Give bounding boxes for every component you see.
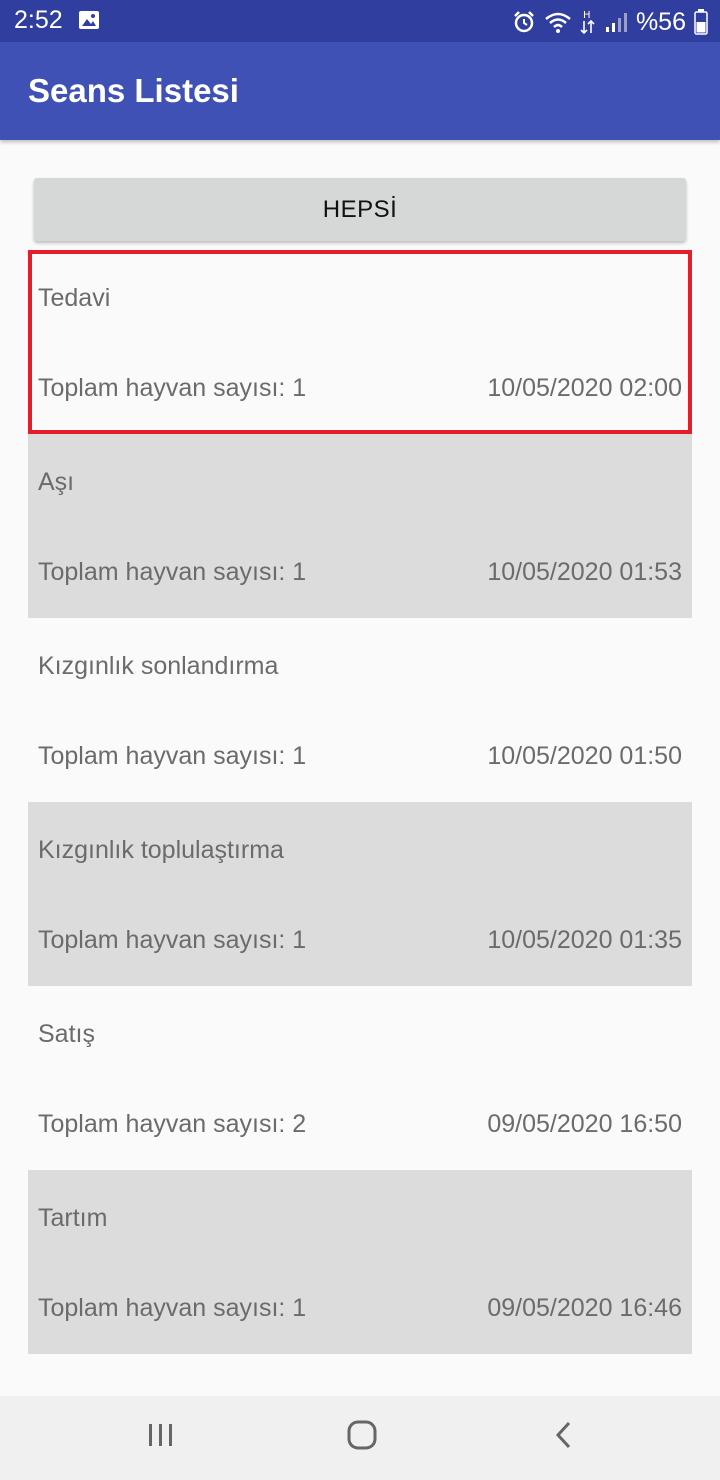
session-animal-count: Toplam hayvan sayısı: 1 — [38, 558, 307, 586]
status-time: 2:52 — [14, 6, 63, 34]
session-name: Satış — [38, 1020, 95, 1048]
session-name: Tedavi — [38, 284, 111, 312]
session-list: Tedavi Toplam hayvan sayısı: 1 10/05/202… — [28, 250, 692, 1354]
session-item[interactable]: Tartım Toplam hayvan sayısı: 1 09/05/202… — [28, 1170, 692, 1354]
battery-icon — [694, 9, 708, 35]
page-title: Seans Listesi — [28, 72, 239, 109]
session-item[interactable]: Satış Toplam hayvan sayısı: 2 09/05/2020… — [28, 986, 692, 1170]
session-date: 09/05/2020 16:50 — [487, 1110, 682, 1138]
wifi-icon — [544, 10, 572, 34]
session-date: 10/05/2020 02:00 — [487, 374, 682, 402]
session-date: 10/05/2020 01:50 — [487, 742, 682, 770]
signal-icon — [604, 10, 628, 34]
app-bar: Seans Listesi — [0, 42, 720, 140]
image-icon — [78, 10, 100, 35]
status-icons: H %56 — [512, 6, 708, 38]
status-bar: 2:52 H %56 — [0, 0, 720, 42]
session-item[interactable]: Aşı Toplam hayvan sayısı: 1 10/05/2020 0… — [28, 434, 692, 618]
navigation-bar — [0, 1396, 720, 1480]
session-animal-count: Toplam hayvan sayısı: 1 — [38, 374, 307, 402]
session-name: Kızgınlık toplulaştırma — [38, 836, 284, 864]
session-animal-count: Toplam hayvan sayısı: 1 — [38, 742, 307, 770]
session-date: 10/05/2020 01:35 — [487, 926, 682, 954]
session-name: Tartım — [38, 1204, 108, 1232]
all-filter-button[interactable]: HEPSİ — [34, 178, 686, 241]
recent-apps-icon[interactable] — [145, 1418, 177, 1457]
back-icon[interactable] — [550, 1418, 578, 1457]
session-item[interactable]: Kızgınlık sonlandırma Toplam hayvan sayı… — [28, 618, 692, 802]
data-arrows-icon: H — [580, 8, 596, 36]
session-date: 10/05/2020 01:53 — [487, 558, 682, 586]
session-item[interactable]: Kızgınlık toplulaştırma Toplam hayvan sa… — [28, 802, 692, 986]
session-animal-count: Toplam hayvan sayısı: 1 — [38, 926, 307, 954]
session-name: Kızgınlık sonlandırma — [38, 652, 279, 680]
session-animal-count: Toplam hayvan sayısı: 1 — [38, 1294, 307, 1322]
alarm-icon — [512, 10, 536, 34]
home-icon[interactable] — [344, 1418, 380, 1457]
svg-text:H: H — [583, 10, 591, 21]
session-animal-count: Toplam hayvan sayısı: 2 — [38, 1110, 307, 1138]
battery-percentage: %56 — [635, 7, 686, 36]
session-item[interactable]: Tedavi Toplam hayvan sayısı: 1 10/05/202… — [28, 250, 692, 434]
session-date: 09/05/2020 16:46 — [487, 1294, 682, 1322]
session-name: Aşı — [38, 468, 75, 496]
